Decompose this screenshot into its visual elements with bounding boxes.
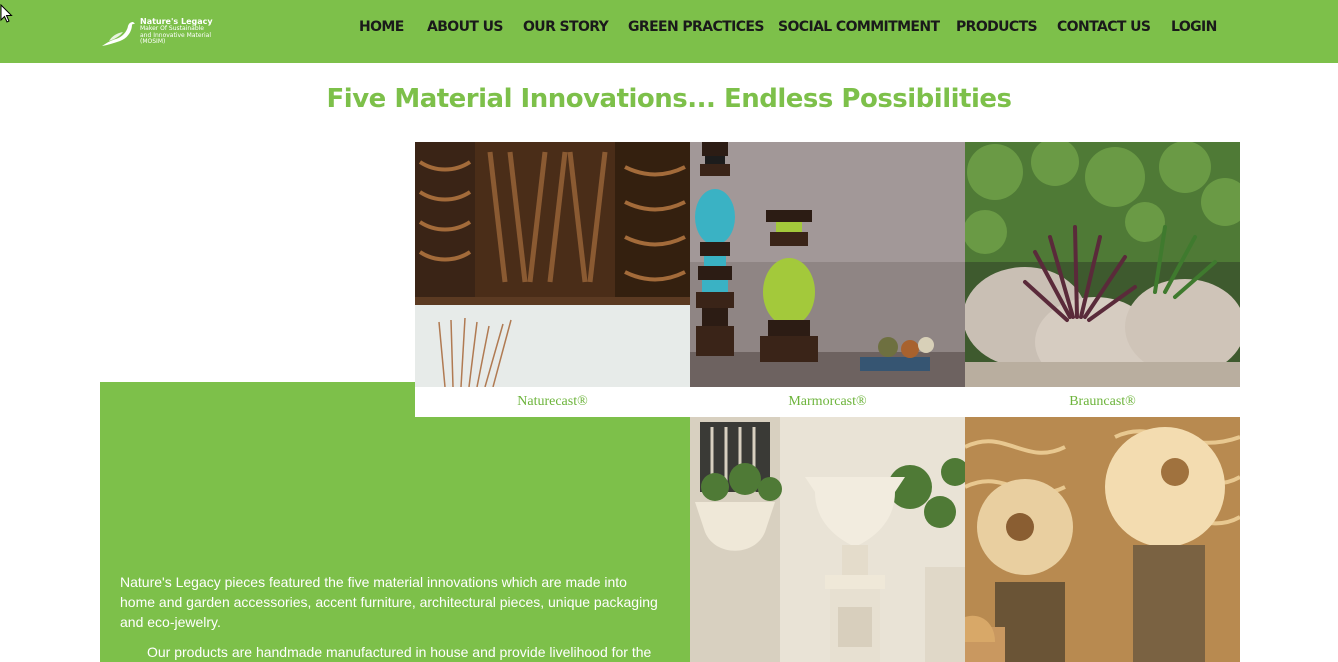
intro-paragraph: Nature's Legacy pieces featured the five… — [120, 574, 658, 630]
carved-wall-panel-photo — [415, 142, 690, 387]
material-tile-marmorcast[interactable]: Marmorcast® — [690, 142, 965, 417]
nav-home[interactable]: HOME — [359, 18, 404, 36]
bird-icon — [102, 22, 135, 46]
material-label-brauncast[interactable]: Brauncast® — [965, 387, 1240, 417]
nav-about-us[interactable]: ABOUT US — [427, 18, 503, 36]
material-tile-fountain[interactable] — [965, 417, 1240, 662]
material-label-naturecast[interactable]: Naturecast® — [415, 387, 690, 417]
page-headline: Five Material Innovations... Endless Pos… — [326, 84, 1012, 114]
material-tile-naturecast[interactable]: Naturecast® — [415, 142, 690, 417]
site-logo[interactable]: Nature's Legacy Maker Of Sustainable and… — [100, 14, 215, 50]
candle-holders-photo — [690, 142, 965, 387]
classical-urn-photo — [690, 417, 965, 662]
mouse-cursor-icon — [0, 4, 13, 23]
logo-text: Nature's Legacy Maker Of Sustainable and… — [140, 17, 213, 46]
intro-panel: Nature's Legacy pieces featured the five… — [100, 382, 690, 662]
second-paragraph: Our products are handmade manufactured i… — [147, 644, 652, 660]
material-label-marmorcast[interactable]: Marmorcast® — [690, 387, 965, 417]
nav-our-story[interactable]: OUR STORY — [523, 18, 609, 36]
nav-contact-us[interactable]: CONTACT US — [1057, 18, 1151, 36]
site-header: Nature's Legacy Maker Of Sustainable and… — [0, 0, 1338, 63]
nav-products[interactable]: PRODUCTS — [956, 18, 1038, 36]
material-tile-brauncast[interactable]: Brauncast® — [965, 142, 1240, 417]
sculpted-fountain-photo — [965, 417, 1240, 662]
material-tile-urn[interactable] — [690, 417, 965, 662]
nav-green-practices[interactable]: GREEN PRACTICES — [628, 18, 764, 36]
nav-login[interactable]: LOGIN — [1171, 18, 1217, 36]
nav-social-commitment[interactable]: SOCIAL COMMITMENT — [778, 18, 940, 36]
garden-planter-photo — [965, 142, 1240, 387]
logo-tagline-line-3: (MOSIM) — [140, 38, 166, 46]
